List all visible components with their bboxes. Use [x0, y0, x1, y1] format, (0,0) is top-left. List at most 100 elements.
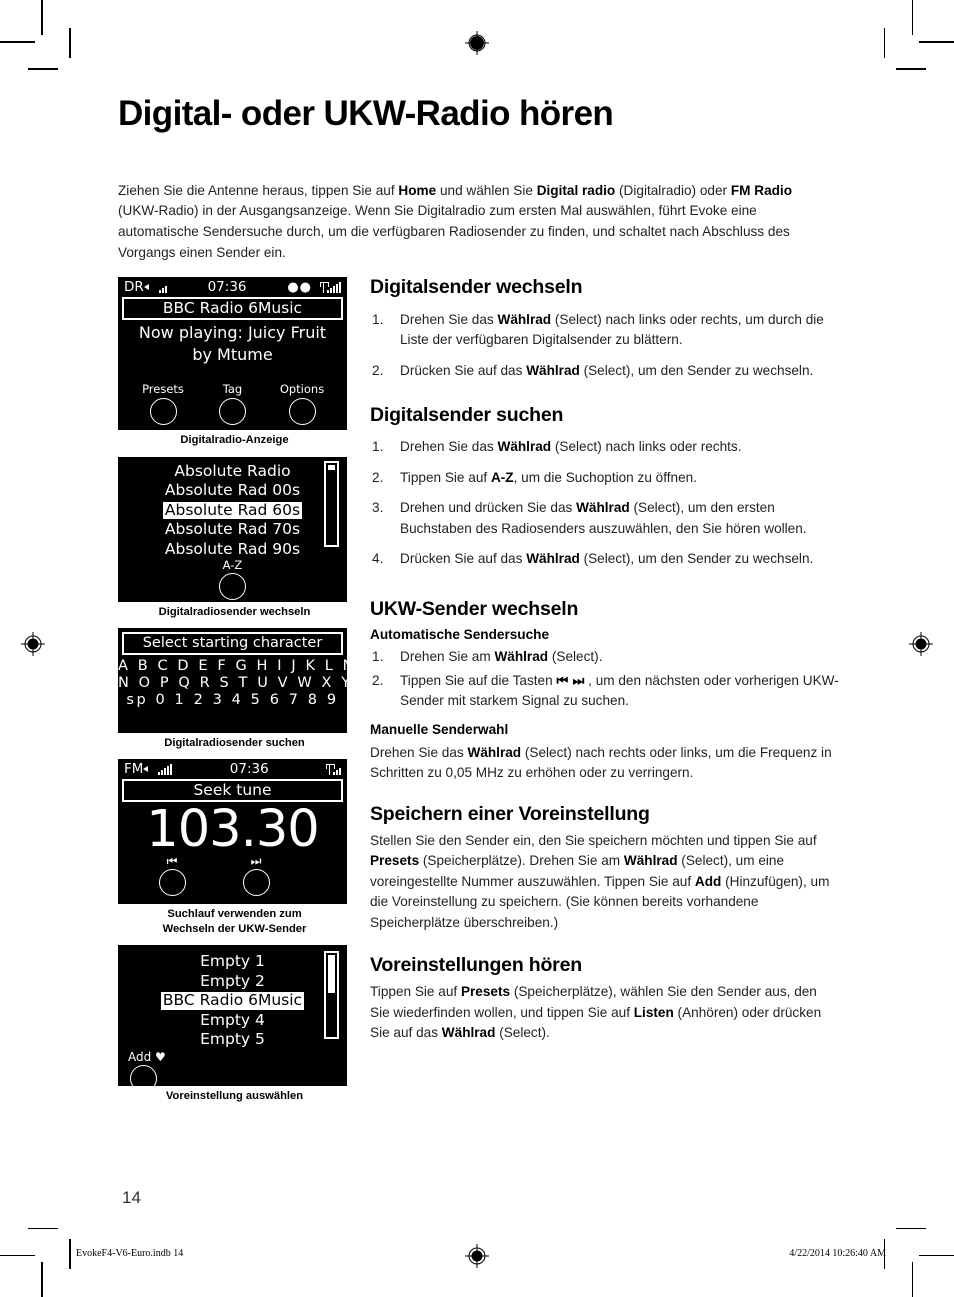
- softkey-az-label: A-Z: [222, 558, 243, 573]
- alpha-row-0[interactable]: A B C D E F G H I J K L M: [118, 658, 347, 675]
- para-text-a: Drehen Sie das: [370, 744, 468, 760]
- softkey-tag-button[interactable]: [219, 398, 246, 426]
- step-text-a: Drücken Sie auf das: [400, 362, 527, 378]
- para-bold-waehlrad: Wählrad: [623, 853, 678, 869]
- softkey-az-button[interactable]: [219, 573, 246, 601]
- intro-text-4: (UKW-Radio) in der Ausgangsanzeige. Wenn…: [118, 203, 790, 260]
- softkey-presets[interactable]: Presets: [132, 382, 194, 426]
- intro-bold-home: Home: [398, 182, 437, 198]
- intro-bold-fm-radio: FM Radio: [730, 182, 793, 198]
- figure-char-select: Select starting character A B C D E F G …: [118, 628, 354, 750]
- step-item: Drücken Sie auf das Wählrad (Select), um…: [370, 549, 840, 570]
- scrollbar-thumb: [328, 955, 335, 994]
- stereo-dots-icon: ●●: [287, 279, 312, 295]
- step-bold: A-Z: [490, 469, 514, 485]
- softkey-presets-label: Presets: [142, 382, 184, 397]
- crop-mark-tl-v: [41, 0, 43, 35]
- alpha-row-2[interactable]: sp 0 1 2 3 4 5 6 7 8 9: [118, 692, 347, 709]
- list-item[interactable]: Empty 1: [118, 951, 347, 971]
- step-text-a: Tippen Sie auf: [400, 469, 491, 485]
- softkey-seek-forward-button[interactable]: [242, 869, 270, 897]
- crop-mark-br-v: [911, 1262, 913, 1297]
- crop-mark-bl-h: [0, 1254, 35, 1256]
- station-list-item-3: Absolute Rad 70s: [164, 520, 301, 539]
- step-item: Drehen Sie am Wählrad (Select).: [370, 647, 840, 668]
- section-heading-digitalsender-wechseln: Digitalsender wechseln: [370, 276, 583, 299]
- skip-back-icon: ⏮: [166, 854, 178, 869]
- list-item[interactable]: Empty 2: [118, 971, 347, 991]
- presets-list: Empty 1 Empty 2 BBC Radio 6Music Empty 4…: [118, 945, 347, 1049]
- step-text-c: (Select).: [548, 649, 603, 665]
- figure-caption: Voreinstellung auswählen: [165, 1090, 304, 1103]
- screen-now-playing: DR 07:36 ●● BBC Radio 6Music Now playing…: [118, 277, 347, 431]
- volume-bars-icon: [158, 763, 173, 775]
- footer-filename: EvokeF4-V6-Euro.indb 14: [76, 1248, 184, 1259]
- status-bar: FM 07:36: [118, 759, 347, 778]
- station-list: Absolute Radio Absolute Rad 00s Absolute…: [118, 457, 347, 559]
- list-item[interactable]: Absolute Rad 00s: [118, 480, 347, 500]
- softkey-presets-button[interactable]: [149, 398, 177, 426]
- scrollbar[interactable]: [324, 460, 339, 547]
- step-text-c: (Select) nach links oder rechts.: [551, 439, 742, 455]
- para-text-a: Stellen Sie den Sender ein, den Sie spei…: [370, 832, 817, 848]
- intro-paragraph: Ziehen Sie die Antenne heraus, tippen Si…: [118, 181, 830, 264]
- crop-mark-br-h: [919, 1254, 954, 1256]
- step-text-a: Drehen Sie am: [400, 649, 495, 665]
- preset-item-2: BBC Radio 6Music: [160, 991, 305, 1010]
- softkey-tag[interactable]: Tag: [202, 382, 264, 426]
- para-text-c: (Speicherplätze). Drehen Sie am: [419, 853, 624, 869]
- registration-mark-left: [20, 631, 46, 657]
- crop-mark-tl2-v: [69, 28, 71, 58]
- step-item: Drehen Sie das Wählrad (Select) nach lin…: [370, 310, 840, 351]
- softkey-seek-back-button[interactable]: [158, 869, 186, 897]
- preset-item-3: Empty 4: [200, 1010, 265, 1029]
- instructions-column: Digitalsender wechseln Drehen Sie das Wä…: [370, 276, 840, 1057]
- screen-station-list: Absolute Radio Absolute Rad 00s Absolute…: [118, 456, 347, 602]
- softkey-options[interactable]: Options: [271, 382, 333, 426]
- status-mode-label: DR: [124, 279, 144, 296]
- status-mode-label: FM: [124, 761, 144, 778]
- figure-caption: Digitalradiosender suchen: [164, 737, 305, 750]
- softkey-add-button[interactable]: [130, 1064, 157, 1087]
- list-item[interactable]: Absolute Radio: [118, 461, 347, 481]
- figure-fm: FM 07:36 Seek tune 103.30 ⏮ ⏭ Suchlauf v…: [118, 759, 354, 936]
- fm-mode-box: Seek tune: [122, 779, 343, 803]
- alpha-row-1[interactable]: N O P Q R S T U V W X Y Z: [118, 675, 347, 692]
- para-bold-waehlrad: Wählrad: [441, 1025, 496, 1041]
- crop-mark-bl-v: [41, 1262, 43, 1297]
- step-text-a: Drehen Sie das: [400, 311, 498, 327]
- softkey-seek-forward[interactable]: ⏭: [214, 855, 298, 897]
- now-playing-line-2: by Mtume: [192, 345, 273, 365]
- list-item[interactable]: Absolute Rad 90s: [118, 539, 347, 559]
- figure-caption: Digitalradiosender wechseln: [158, 605, 311, 618]
- figure-now-playing: DR 07:36 ●● BBC Radio 6Music Now playing…: [118, 277, 354, 447]
- page-title: Digital- oder UKW-Radio hören: [118, 94, 614, 133]
- antenna-icon: [326, 763, 333, 775]
- list-item[interactable]: Absolute Rad 70s: [118, 519, 347, 539]
- crop-mark-tr2-v: [883, 28, 885, 58]
- steps-digitalsender-suchen: Drehen Sie das Wählrad (Select) nach lin…: [370, 437, 840, 569]
- step-item: Tippen Sie auf A-Z, um die Suchoption zu…: [370, 468, 840, 489]
- list-item[interactable]: Empty 5: [118, 1029, 347, 1049]
- crop-mark-bl2-v: [69, 1239, 71, 1269]
- list-item[interactable]: Empty 4: [118, 1010, 347, 1030]
- softkey-az[interactable]: [118, 573, 347, 601]
- crop-mark-tr-h: [919, 41, 954, 43]
- signal-bars-icon: [327, 281, 341, 293]
- preset-item-0: Empty 1: [200, 952, 265, 971]
- intro-text-2: und wählen Sie: [436, 182, 537, 198]
- softkey-options-button[interactable]: [288, 398, 316, 426]
- step-bold: Wählrad: [494, 649, 549, 665]
- softkey-options-label: Options: [279, 382, 325, 397]
- scrollbar[interactable]: [324, 951, 339, 1040]
- step-text-a: Tippen Sie auf die Tasten: [400, 672, 557, 688]
- list-item-selected[interactable]: BBC Radio 6Music: [118, 990, 347, 1010]
- softkey-seek-back[interactable]: ⏮: [130, 854, 214, 897]
- softkey-add[interactable]: [118, 1064, 347, 1087]
- para-bold: Wählrad: [467, 744, 522, 760]
- para-bold-listen: Listen: [633, 1004, 674, 1020]
- softkey-row: Presets Tag Options: [118, 382, 347, 426]
- list-item-selected[interactable]: Absolute Rad 60s: [118, 500, 347, 520]
